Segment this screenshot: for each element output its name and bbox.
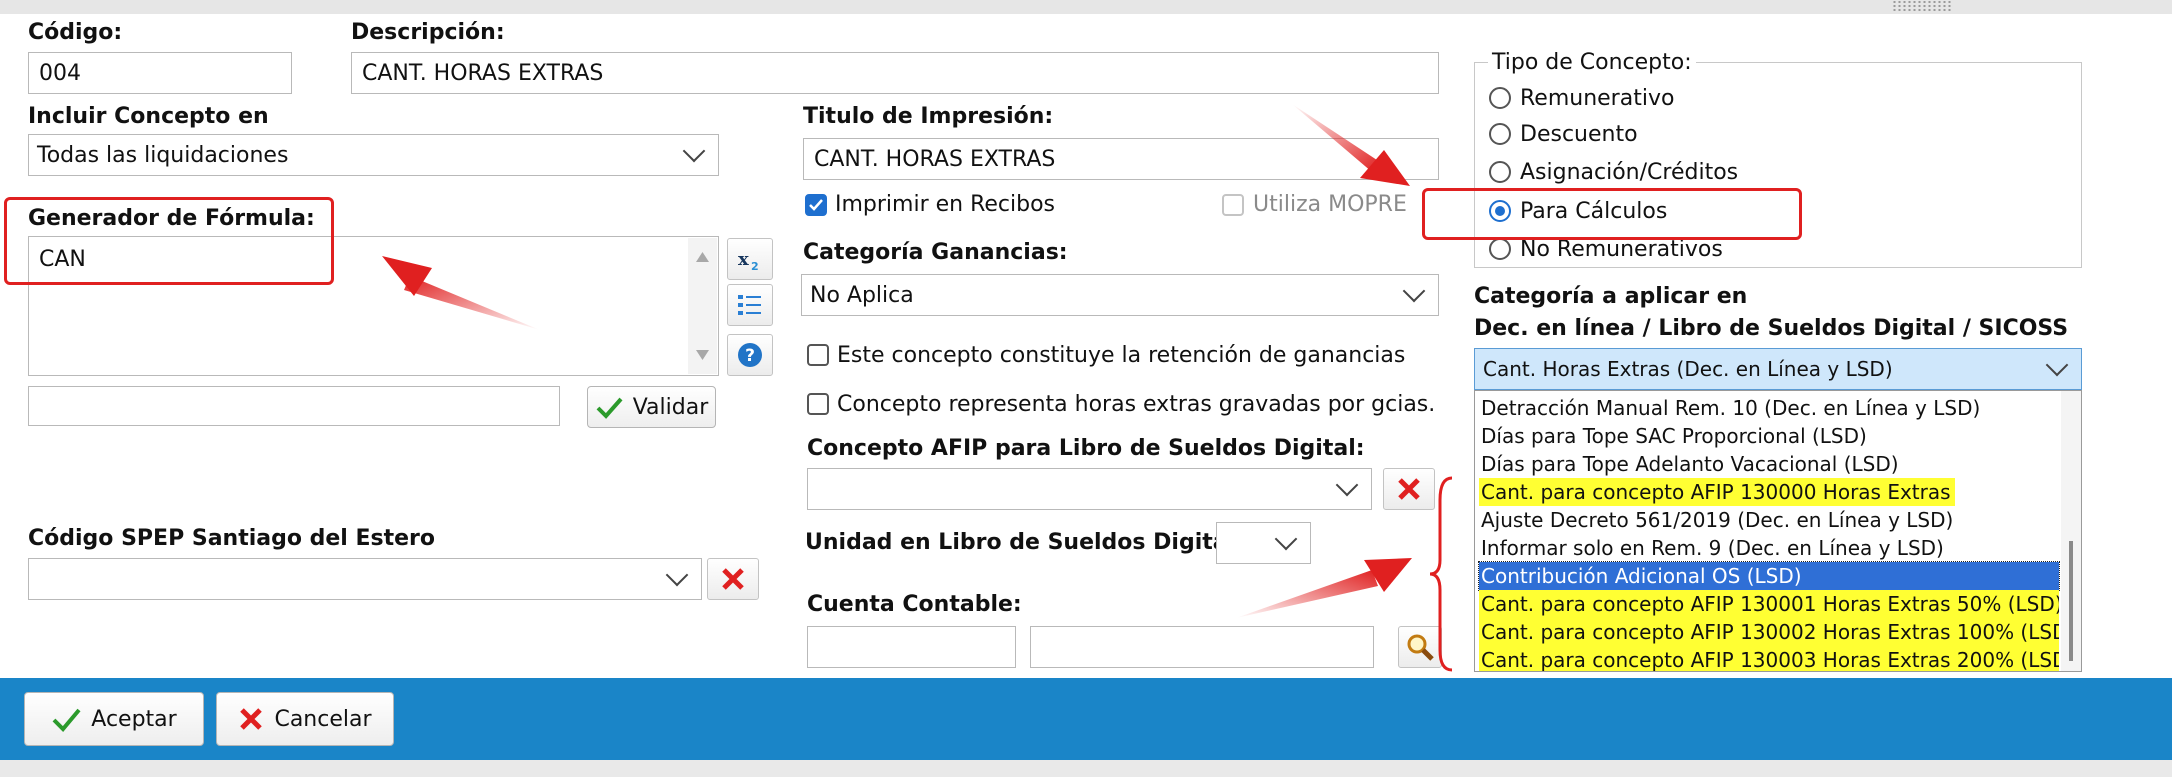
bottom-strip bbox=[0, 760, 2172, 777]
close-icon bbox=[240, 708, 263, 730]
aceptar-button[interactable]: Aceptar bbox=[24, 692, 204, 746]
aceptar-label: Aceptar bbox=[91, 706, 177, 732]
arrow-to-dropdown bbox=[1236, 558, 1412, 618]
cancelar-label: Cancelar bbox=[274, 706, 372, 732]
bracket-annotation bbox=[1429, 476, 1453, 672]
arrow-to-para-calculos bbox=[1292, 104, 1410, 186]
check-icon bbox=[52, 708, 81, 732]
arrow-to-generador bbox=[382, 256, 540, 330]
cancelar-button[interactable]: Cancelar bbox=[216, 692, 394, 746]
annotation-arrows bbox=[382, 104, 1453, 672]
